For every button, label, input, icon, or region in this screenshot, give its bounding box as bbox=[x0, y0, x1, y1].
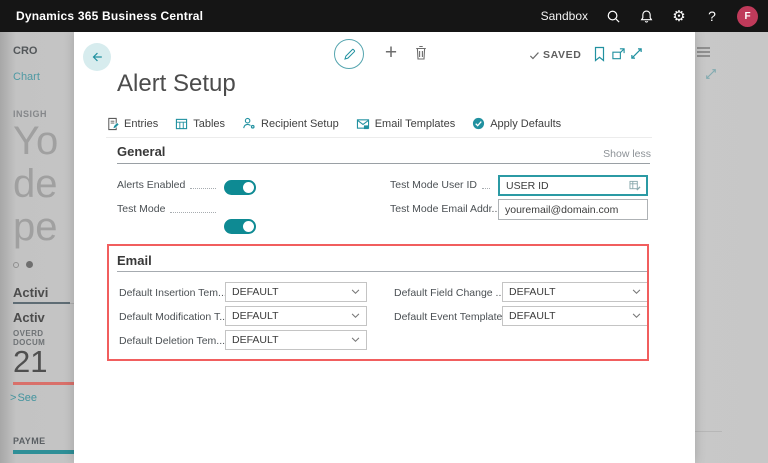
show-less-link[interactable]: Show less bbox=[603, 148, 651, 160]
back-button[interactable] bbox=[83, 43, 111, 71]
default-deletion-template-combobox[interactable]: DEFAULT bbox=[225, 330, 367, 350]
action-bar: Entries Tables Recipient Setup Email Tem… bbox=[106, 115, 561, 132]
payments-label: PAYME bbox=[13, 436, 46, 446]
default-modification-template-combobox[interactable]: DEFAULT bbox=[225, 306, 367, 326]
check-icon bbox=[529, 51, 539, 59]
alert-setup-page: Alert Setup + SAVED Entries Tables Recip… bbox=[74, 32, 695, 463]
default-event-template-combobox[interactable]: DEFAULT bbox=[502, 306, 648, 326]
test-mode-user-id-input[interactable]: USER ID bbox=[498, 175, 648, 196]
recipient-setup-icon bbox=[243, 117, 255, 129]
entries-icon bbox=[108, 117, 119, 130]
insights-label: INSIGH bbox=[13, 109, 48, 119]
action-recipient-setup[interactable]: Recipient Setup bbox=[242, 117, 339, 130]
default-field-change-template-label: Default Field Change ... bbox=[394, 287, 516, 299]
test-mode-user-id-label: Test Mode User ID bbox=[390, 179, 495, 191]
top-app-bar: Dynamics 365 Business Central Sandbox ⚙ … bbox=[0, 0, 768, 32]
apply-defaults-check-icon bbox=[473, 117, 485, 130]
test-mode-toggle[interactable] bbox=[224, 219, 256, 234]
headline-line: Yo bbox=[13, 119, 59, 163]
add-button[interactable]: + bbox=[380, 41, 402, 65]
carousel-dot-inactive bbox=[13, 261, 19, 268]
alerts-enabled-label: Alerts Enabled bbox=[117, 179, 221, 191]
background-divider bbox=[695, 431, 722, 432]
action-label: Tables bbox=[193, 117, 226, 130]
action-email-templates[interactable]: Email Templates bbox=[356, 117, 456, 130]
email-section-heading: Email bbox=[117, 253, 152, 268]
headline-line: pe bbox=[13, 205, 58, 249]
default-field-change-template-combobox[interactable]: DEFAULT bbox=[502, 282, 648, 302]
page-title: Alert Setup bbox=[117, 70, 236, 97]
delete-button[interactable] bbox=[413, 44, 431, 64]
company-heading: CRO bbox=[13, 45, 38, 57]
action-label: Apply Defaults bbox=[490, 117, 562, 130]
search-icon[interactable] bbox=[605, 8, 621, 24]
topbar-actions: Sandbox ⚙ ? F bbox=[540, 5, 758, 27]
default-deletion-template-label: Default Deletion Tem... bbox=[119, 335, 237, 347]
saved-label: SAVED bbox=[543, 49, 582, 61]
chevron-down-icon bbox=[632, 289, 641, 295]
lookup-icon[interactable] bbox=[629, 180, 641, 191]
insight-headline: Yo de pe bbox=[13, 120, 58, 249]
tables-icon bbox=[176, 118, 188, 129]
overdue-count: 21 bbox=[13, 344, 48, 379]
action-tables[interactable]: Tables bbox=[175, 118, 225, 130]
open-in-window-icon[interactable] bbox=[611, 47, 627, 63]
test-mode-email-input[interactable]: youremail@domain.com bbox=[498, 199, 648, 220]
action-label: Email Templates bbox=[374, 117, 456, 130]
alerts-enabled-toggle[interactable] bbox=[224, 180, 256, 195]
test-mode-email-label: Test Mode Email Addr... bbox=[390, 203, 512, 215]
chevron-down-icon bbox=[351, 289, 360, 295]
expand-diagonal-icon[interactable] bbox=[630, 47, 646, 63]
email-templates-icon bbox=[356, 118, 369, 129]
default-modification-template-label: Default Modification T... bbox=[119, 311, 239, 323]
chevron-down-icon bbox=[632, 313, 641, 319]
notifications-bell-icon[interactable] bbox=[638, 8, 654, 24]
chart-link: Chart bbox=[13, 71, 40, 83]
default-insertion-template-combobox[interactable]: DEFAULT bbox=[225, 282, 367, 302]
action-apply-defaults[interactable]: Apply Defaults bbox=[472, 117, 561, 130]
bookmark-icon[interactable] bbox=[593, 46, 609, 62]
general-section-heading: General bbox=[117, 144, 166, 159]
headline-line: de bbox=[13, 162, 58, 206]
action-label: Recipient Setup bbox=[261, 117, 339, 130]
default-insertion-template-label: Default Insertion Tem... bbox=[119, 287, 238, 299]
user-avatar[interactable]: F bbox=[737, 5, 758, 27]
carousel-dots bbox=[13, 261, 33, 268]
edit-button[interactable] bbox=[334, 39, 364, 69]
save-status: SAVED bbox=[529, 49, 581, 61]
overdue-caption: OVERD bbox=[13, 329, 44, 338]
settings-gear-icon[interactable]: ⚙ bbox=[671, 8, 687, 24]
activities-tab: Activi bbox=[13, 285, 49, 300]
action-entries[interactable]: Entries bbox=[106, 117, 158, 131]
environment-badge: Sandbox bbox=[540, 9, 588, 23]
see-more-link: >See bbox=[10, 392, 38, 404]
background-expand-icon bbox=[705, 68, 717, 80]
help-icon[interactable]: ? bbox=[704, 8, 720, 24]
app-title[interactable]: Dynamics 365 Business Central bbox=[16, 9, 203, 23]
action-label: Entries bbox=[124, 117, 159, 130]
action-bar-divider bbox=[106, 137, 652, 138]
chevron-down-icon bbox=[351, 337, 360, 343]
chevron-right-icon: > bbox=[10, 392, 17, 404]
carousel-dot-active bbox=[26, 261, 33, 268]
activities-heading: Activ bbox=[13, 310, 45, 325]
test-mode-label: Test Mode bbox=[117, 203, 221, 215]
general-section-divider bbox=[117, 163, 650, 164]
tab-active-underline bbox=[13, 302, 70, 304]
chevron-down-icon bbox=[351, 313, 360, 319]
default-event-template-label: Default Event Template bbox=[394, 311, 514, 323]
email-section-divider bbox=[117, 271, 648, 272]
hamburger-menu-icon bbox=[697, 47, 710, 57]
